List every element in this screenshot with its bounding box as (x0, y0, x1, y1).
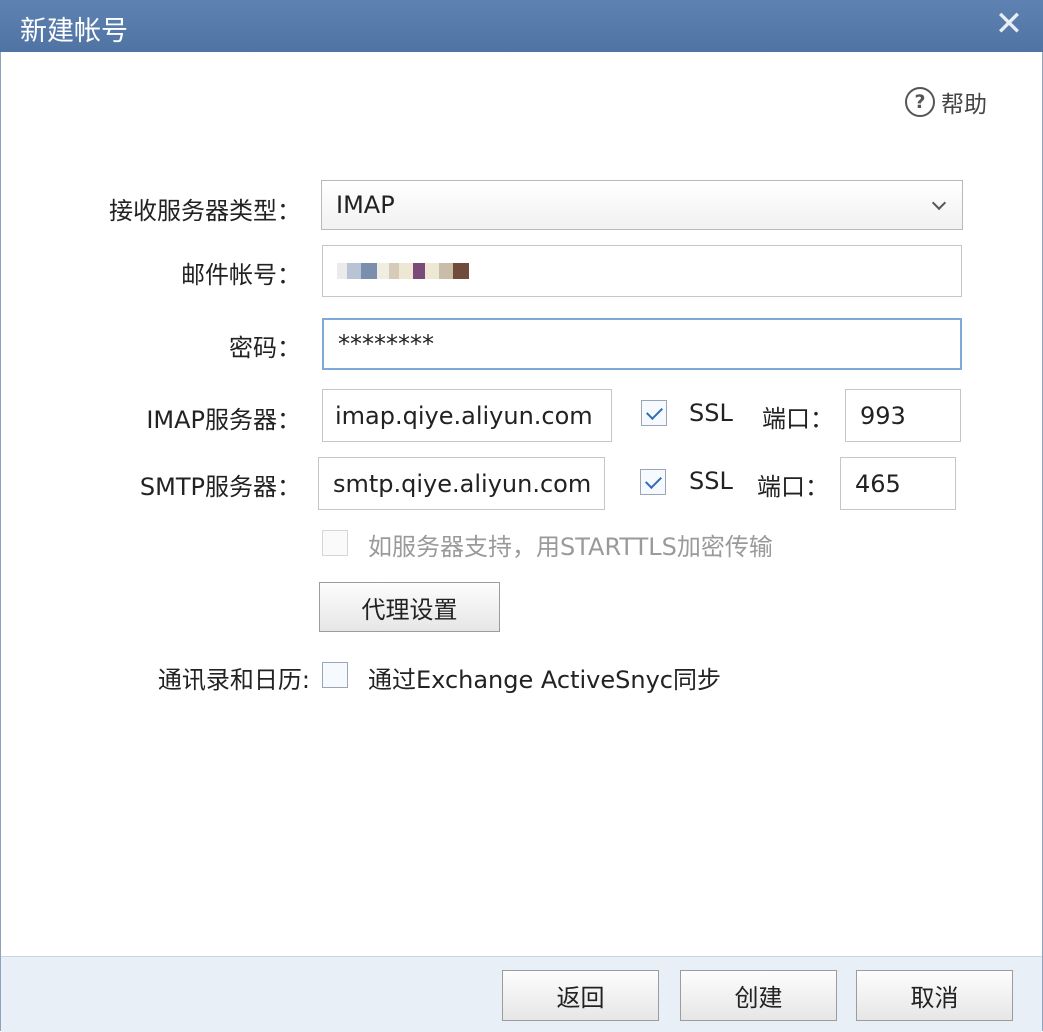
imap-port-value: 993 (860, 401, 906, 430)
cancel-button[interactable]: 取消 (856, 970, 1013, 1021)
smtp-ssl-checkbox[interactable] (640, 469, 666, 495)
sync-label: 通讯录和日历: (157, 666, 310, 694)
starttls-label: 如服务器支持，用STARTTLS加密传输 (368, 533, 773, 561)
account-input[interactable] (322, 245, 962, 297)
title-bar: 新建帐号 ✕ (0, 0, 1043, 52)
create-button[interactable]: 创建 (680, 970, 837, 1021)
imap-ssl-label: SSL (689, 399, 733, 427)
chevron-down-icon (931, 195, 947, 211)
server-type-select[interactable]: IMAP (321, 180, 963, 230)
activesync-checkbox[interactable] (322, 662, 348, 688)
account-label: 邮件帐号： (181, 261, 301, 289)
imap-server-input[interactable]: imap.qiye.aliyun.com (322, 389, 612, 442)
proxy-settings-button[interactable]: 代理设置 (319, 582, 500, 632)
smtp-port-value: 465 (855, 469, 901, 498)
help-label: 帮助 (941, 92, 987, 118)
starttls-checkbox[interactable] (322, 530, 348, 556)
password-input[interactable]: ******** (322, 318, 962, 370)
imap-port-label: 端口： (762, 405, 834, 433)
question-circle-icon: ? (905, 87, 935, 117)
help-link[interactable]: ? 帮助 (905, 85, 987, 119)
imap-server-label: IMAP服务器： (146, 406, 301, 434)
imap-port-input[interactable]: 993 (845, 389, 961, 442)
imap-ssl-checkbox[interactable] (641, 400, 667, 426)
activesync-label: 通过Exchange ActiveSnyc同步 (368, 666, 721, 694)
server-type-value: IMAP (336, 191, 395, 219)
password-value: ******** (338, 330, 434, 358)
back-button[interactable]: 返回 (502, 970, 659, 1021)
smtp-port-label: 端口： (757, 473, 829, 501)
smtp-server-input[interactable]: smtp.qiye.aliyun.com (318, 457, 605, 510)
smtp-port-input[interactable]: 465 (840, 457, 956, 510)
window-title: 新建帐号 (20, 16, 128, 47)
imap-server-value: imap.qiye.aliyun.com (335, 401, 593, 430)
password-label: 密码： (229, 334, 301, 362)
close-icon[interactable]: ✕ (989, 4, 1029, 44)
smtp-ssl-label: SSL (689, 467, 733, 495)
smtp-server-value: smtp.qiye.aliyun.com (333, 469, 592, 498)
redacted-account-value (337, 263, 469, 279)
server-type-label: 接收服务器类型： (109, 197, 301, 225)
smtp-server-label: SMTP服务器： (139, 473, 301, 501)
